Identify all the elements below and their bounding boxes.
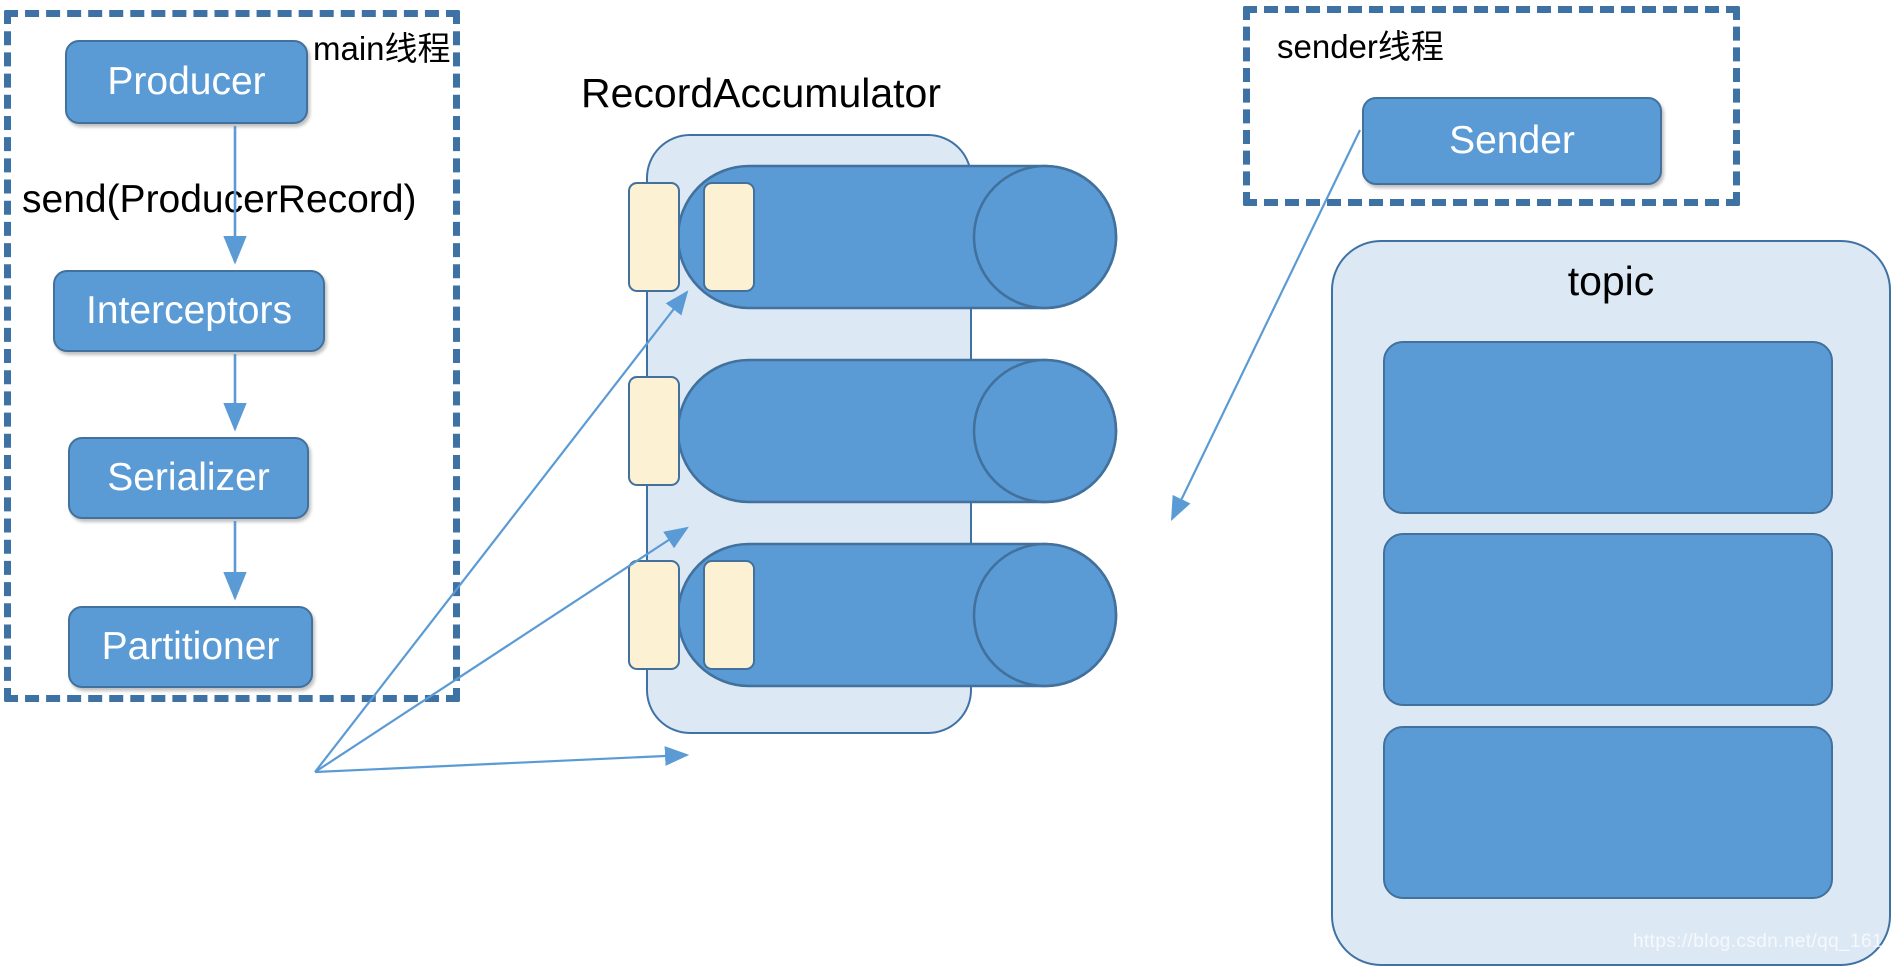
interceptors-label: Interceptors	[86, 289, 292, 332]
record-chip	[628, 182, 680, 292]
topic-partition-1[interactable]	[1383, 341, 1833, 514]
record-accumulator-title: RecordAccumulator	[580, 70, 942, 116]
serializer-box[interactable]: Serializer	[68, 437, 309, 519]
topic-partition-3[interactable]	[1383, 726, 1833, 899]
serializer-label: Serializer	[107, 456, 270, 499]
sender-box[interactable]: Sender	[1362, 97, 1662, 185]
record-chip	[628, 376, 680, 486]
topic-partition-2[interactable]	[1383, 533, 1833, 706]
producer-box[interactable]: Producer	[65, 40, 308, 124]
batch-deque-3[interactable]	[628, 542, 1118, 688]
partitioner-box[interactable]: Partitioner	[68, 606, 313, 688]
record-chip	[703, 560, 755, 670]
main-thread-label: main线程	[313, 30, 451, 67]
arrow-partitioner-to-batch-3	[314, 746, 690, 774]
partitioner-label: Partitioner	[101, 625, 280, 668]
record-chip	[703, 182, 755, 292]
diagram-canvas: main线程 Producer send(ProducerRecord) Int…	[0, 0, 1892, 968]
sender-thread-label: sender线程	[1277, 28, 1444, 65]
batch-deque-2[interactable]	[628, 358, 1118, 504]
producer-label: Producer	[107, 60, 266, 103]
send-producer-record-label: send(ProducerRecord)	[22, 178, 417, 221]
interceptors-box[interactable]: Interceptors	[53, 270, 325, 352]
batch-deque-1[interactable]	[628, 164, 1118, 310]
topic-title: topic	[1567, 258, 1655, 304]
sender-label: Sender	[1449, 119, 1575, 162]
record-chip	[628, 560, 680, 670]
batch-deque-2-shape	[676, 358, 1118, 504]
csdn-watermark: https://blog.csdn.net/qq_16146103	[1633, 931, 1892, 952]
